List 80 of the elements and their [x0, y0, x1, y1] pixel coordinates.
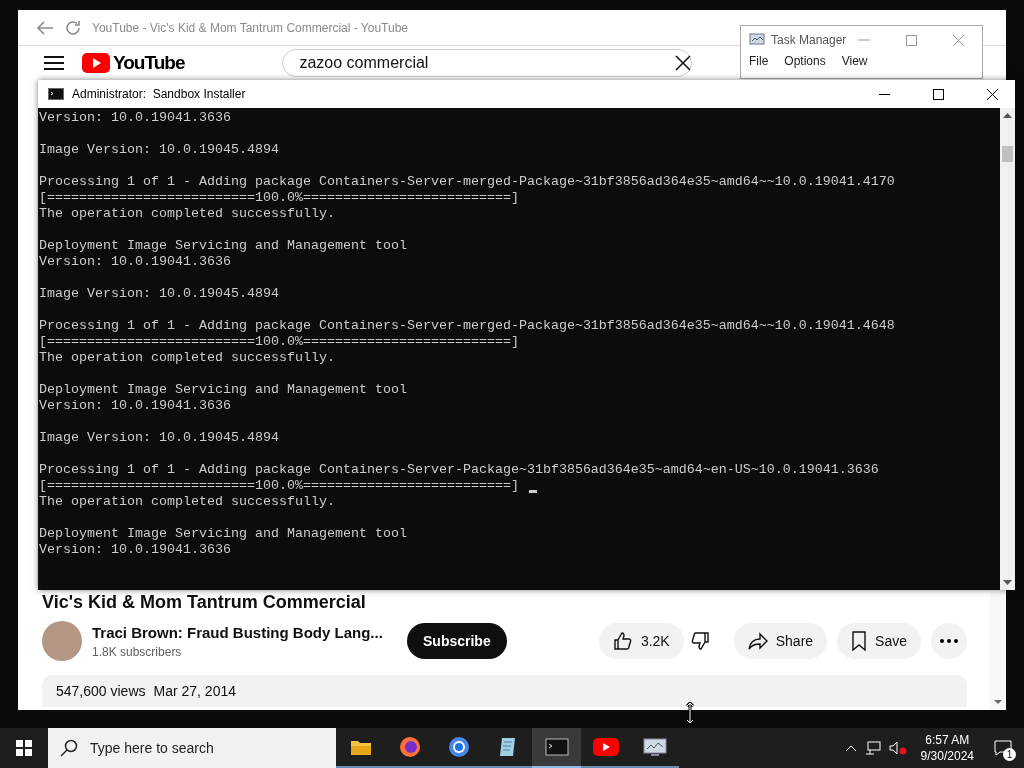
description-box[interactable]: 547,600 views Mar 27, 2014 — [42, 675, 967, 707]
back-icon — [36, 19, 54, 36]
console-line: Deployment Image Servicing and Management tool — [39, 526, 407, 542]
notification-count: 1 — [1003, 748, 1016, 761]
console-line: Image Version: 10.0.19045.4894 — [39, 430, 279, 446]
youtube-logo-icon — [82, 53, 110, 73]
windows-icon — [16, 740, 32, 756]
browser-icon — [447, 736, 470, 758]
console-line: The operation completed successfully. — [39, 494, 335, 510]
logo-text: YouTube — [113, 52, 185, 74]
console-line: Version: 10.0.19041.3636 — [39, 398, 231, 414]
minimize-icon — [878, 93, 890, 95]
close-icon[interactable] — [953, 34, 964, 46]
notification-button[interactable]: 1 — [988, 733, 1018, 763]
like-button[interactable]: 3.2K — [598, 623, 684, 659]
thumbs-up-icon — [612, 631, 633, 651]
text-cursor — [528, 489, 537, 493]
console-line: Processing 1 of 1 - Adding package Containers-Server-merged-Package~31bf3856ad364e35~amd64~~10.0.19041.4170 — [39, 174, 895, 190]
window-title: Task Manager — [771, 33, 848, 47]
console-line: Deployment Image Servicing and Management tool — [39, 382, 407, 398]
share-button[interactable]: Share — [733, 623, 828, 659]
console-line: Deployment Image Servicing and Management tool — [39, 238, 407, 254]
share-icon — [747, 632, 768, 650]
console-line: The operation completed successfully. — [39, 206, 335, 222]
network-icon[interactable] — [864, 741, 881, 755]
firefox-icon — [398, 736, 421, 758]
menu-item[interactable]: Options — [784, 54, 826, 68]
channel-avatar[interactable] — [42, 621, 82, 661]
speaker-muted-icon[interactable] — [888, 741, 907, 755]
terminal-icon — [544, 738, 569, 756]
monitor-icon — [642, 737, 667, 757]
maximize-icon[interactable] — [906, 34, 917, 46]
console-line: [==========================100.0%==========================] — [39, 190, 519, 206]
console-line: [==========================100.0%==========================] — [39, 334, 519, 350]
more-button[interactable] — [931, 623, 967, 659]
video-title: Vic's Kid & Mom Tantrum Commercial — [42, 592, 367, 613]
close-icon — [986, 88, 998, 100]
save-button[interactable]: Save — [837, 623, 921, 659]
terminal-icon — [48, 88, 64, 100]
console-line: [==========================100.0%==========================] — [39, 478, 519, 494]
console-line: Processing 1 of 1 - Adding package Containers-Server-Package~31bf3856ad364e35~amd64~en-US~10.0.19041.3636 — [39, 462, 879, 478]
scrollbar[interactable] — [1000, 108, 1015, 590]
thumbs-down-icon[interactable] — [689, 631, 710, 651]
monitor-icon — [749, 33, 765, 47]
menu-icon[interactable] — [44, 55, 64, 71]
subscriber-count: 1.8K subscribers — [92, 644, 183, 659]
subscribe-button[interactable]: Subscribe — [407, 623, 507, 659]
clock[interactable]: 6:57 AM 9/30/2024 — [914, 732, 980, 764]
scrollbar[interactable] — [990, 592, 1006, 710]
search-field[interactable]: Type here to search — [48, 728, 336, 768]
bookmark-icon — [851, 631, 868, 651]
scroll-thumb[interactable] — [1002, 146, 1013, 162]
message-icon — [994, 740, 1012, 756]
notepad-icon — [497, 736, 518, 758]
more-icon — [939, 638, 959, 644]
maximize-icon — [932, 88, 944, 100]
folder-icon — [349, 738, 372, 756]
channel-name[interactable]: Traci Brown: Fraud Busting Body Lang... — [92, 623, 387, 641]
window-title: YouTube - Vic's Kid & Mom Tantrum Commercial - YouTube — [92, 20, 408, 35]
refresh-icon — [64, 18, 82, 37]
console-line: Processing 1 of 1 - Adding package Containers-Server-merged-Package~31bf3856ad364e35~amd64~~10.0.19041.4648 — [39, 318, 895, 334]
scroll-up-icon[interactable] — [1003, 113, 1012, 118]
window-title: Administrator: Sandbox Installer — [72, 87, 247, 101]
console-line: The operation completed successfully. — [39, 350, 335, 366]
scroll-down-icon[interactable] — [1003, 580, 1012, 585]
menu-item[interactable]: File — [749, 54, 769, 68]
menu-item[interactable]: View — [841, 54, 868, 68]
console-line: Image Version: 10.0.19045.4894 — [39, 286, 279, 302]
console-line: Version: 10.0.19041.3636 — [39, 254, 231, 270]
console-line: Image Version: 10.0.19045.4894 — [39, 142, 279, 158]
taskbar-app-button[interactable] — [532, 728, 581, 768]
scroll-down-icon[interactable] — [994, 700, 1002, 704]
console-line: Version: 10.0.19041.3636 — [39, 542, 231, 558]
console-line: Version: 10.0.19041.3636 — [39, 110, 231, 126]
view-count: 547,600 views — [55, 683, 146, 699]
youtube-icon — [592, 738, 619, 756]
upload-date: Mar 27, 2014 — [153, 683, 236, 699]
clear-icon[interactable] — [675, 55, 692, 71]
search-icon — [60, 739, 78, 757]
chevron-up-icon[interactable] — [844, 744, 857, 752]
